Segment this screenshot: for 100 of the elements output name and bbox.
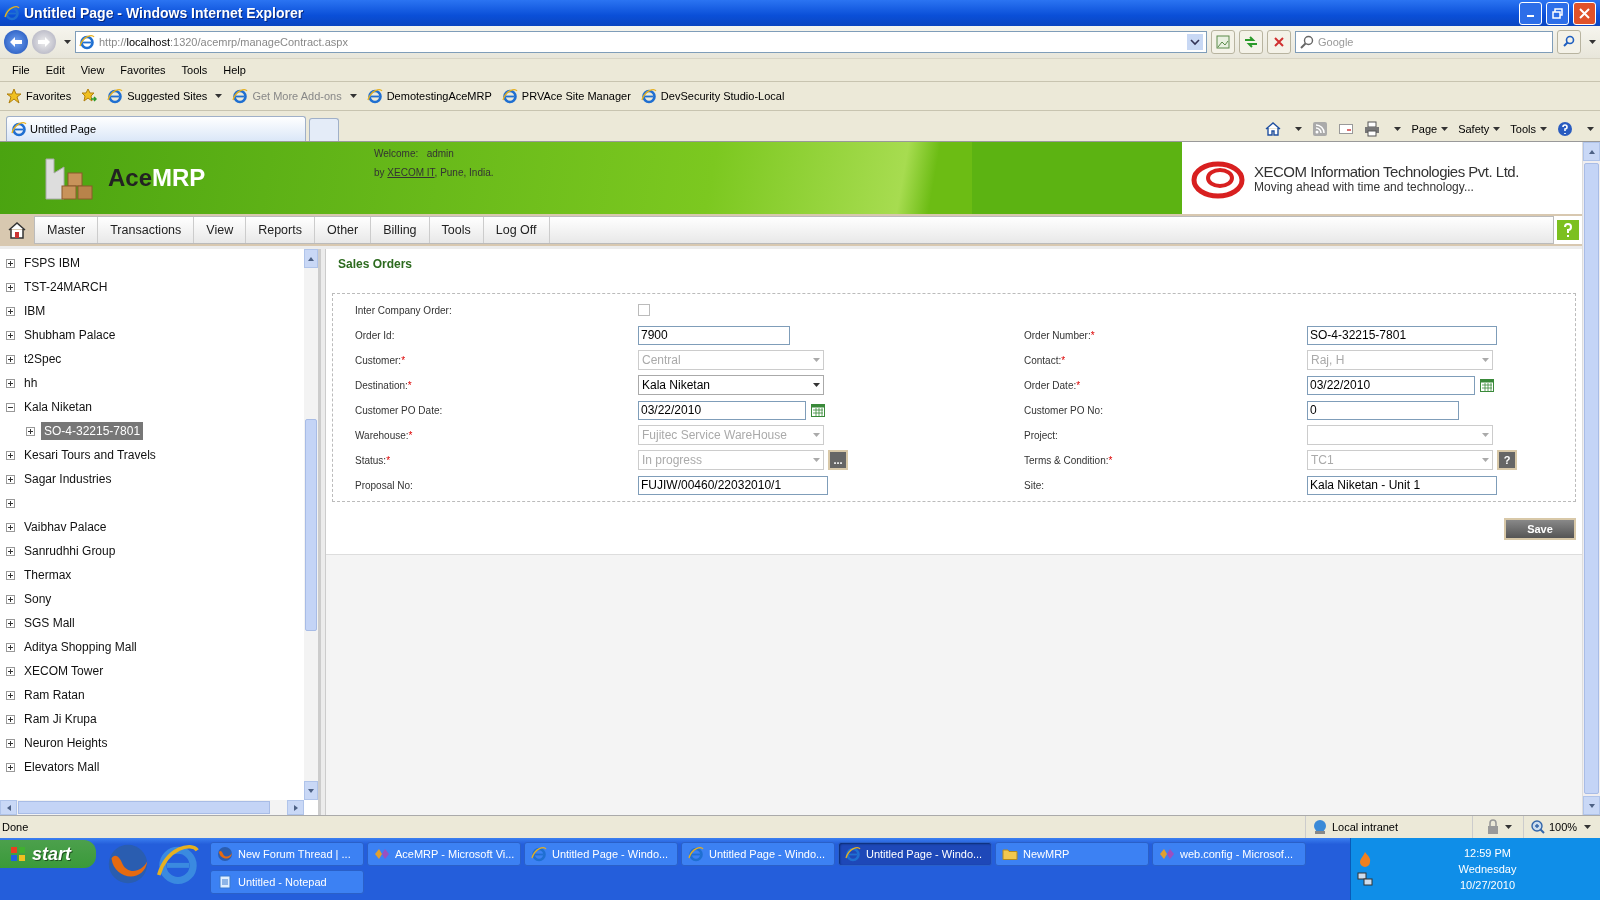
taskbar-button[interactable]: Untitled - Notepad <box>210 870 364 894</box>
tree-item[interactable]: Neuron Heights <box>21 734 111 752</box>
scroll-thumb[interactable] <box>305 418 317 631</box>
add-favorite-icon[interactable] <box>81 88 98 104</box>
dropdown-icon[interactable] <box>1187 34 1203 50</box>
print-icon[interactable] <box>1364 121 1381 137</box>
nav-menu-item[interactable]: Transactions <box>98 217 195 243</box>
tree-item[interactable]: Ram Ji Krupa <box>21 710 100 728</box>
expand-icon[interactable] <box>6 522 15 532</box>
menu-item[interactable]: Tools <box>173 64 216 76</box>
mail-icon[interactable] <box>1338 121 1355 137</box>
tree-item[interactable]: Aditya Shopping Mall <box>21 638 140 656</box>
home-icon[interactable] <box>8 221 26 239</box>
expand-icon[interactable] <box>6 738 15 748</box>
expand-icon[interactable] <box>6 642 15 652</box>
favorite-link[interactable]: Suggested Sites <box>107 88 223 104</box>
browser-tab[interactable]: Untitled Page <box>6 116 306 141</box>
browser-icon[interactable] <box>156 842 200 886</box>
tree-item[interactable]: TST-24MARCH <box>21 278 111 296</box>
help-icon[interactable] <box>1557 121 1573 137</box>
tree-item[interactable]: Vaibhav Palace <box>21 518 110 536</box>
expand-icon[interactable] <box>6 306 15 316</box>
tree-item[interactable]: Sagar Industries <box>21 470 115 488</box>
tree-item[interactable]: Ram Ratan <box>21 686 88 704</box>
scroll-down-button[interactable] <box>1583 796 1600 815</box>
tree-item[interactable]: XECOM Tower <box>21 662 107 680</box>
scroll-thumb[interactable] <box>18 801 270 814</box>
scroll-up-button[interactable] <box>304 249 318 268</box>
back-button[interactable] <box>4 30 28 54</box>
minimize-button[interactable] <box>1519 1 1542 25</box>
search-button[interactable] <box>1557 30 1581 54</box>
tree-item[interactable]: SO-4-32215-7801 <box>41 422 144 440</box>
tree-item[interactable]: Thermax <box>21 566 75 584</box>
scroll-left-button[interactable] <box>0 800 17 815</box>
expand-icon[interactable] <box>6 762 15 772</box>
collapse-icon[interactable] <box>6 402 15 412</box>
close-button[interactable] <box>1573 1 1596 25</box>
favorites-button[interactable]: Favorites <box>6 88 72 104</box>
dropdown[interactable]: Kala Niketan <box>638 375 824 395</box>
nav-menu-item[interactable]: Other <box>314 217 372 243</box>
tree-item[interactable]: Sony <box>21 590 55 608</box>
input-field[interactable]: SO-4-32215-7801 <box>1307 325 1497 345</box>
taskbar-button[interactable]: Untitled Page - Windo... <box>524 842 678 866</box>
date-field[interactable]: 03/22/2010 <box>638 400 806 420</box>
input-field[interactable]: 7900 <box>638 325 790 345</box>
input-field[interactable]: Kala Niketan - Unit 1 <box>1307 475 1497 495</box>
tree-item[interactable]: SGS Mall <box>21 614 78 632</box>
nav-menu-item[interactable]: Billing <box>371 217 430 243</box>
network-icon[interactable] <box>1357 871 1373 887</box>
expand-icon[interactable] <box>6 282 15 292</box>
expand-icon[interactable] <box>6 378 15 388</box>
expand-icon[interactable] <box>6 474 15 484</box>
address-field[interactable]: http://localhost:1320/acemrp/manageContract.aspx <box>75 31 1207 53</box>
tree-item[interactable]: t2Spec <box>21 350 65 368</box>
scroll-down-button[interactable] <box>304 781 318 800</box>
scroll-thumb[interactable] <box>1584 163 1599 794</box>
home-icon[interactable] <box>1265 121 1282 137</box>
menu-item[interactable]: Help <box>215 64 254 76</box>
stop-button[interactable] <box>1267 30 1291 54</box>
calendar-icon[interactable] <box>1479 377 1495 393</box>
search-field[interactable]: Google <box>1295 31 1553 53</box>
tree-item[interactable]: hh <box>21 374 41 392</box>
command-menu[interactable]: Page <box>1411 123 1449 135</box>
save-button[interactable]: Save <box>1504 518 1576 540</box>
menu-item[interactable]: File <box>4 64 38 76</box>
favorite-link[interactable]: DemotestingAceMRP <box>366 88 492 104</box>
expand-icon[interactable] <box>6 450 15 460</box>
input-field[interactable]: FUJIW/00460/22032010/1 <box>638 475 828 495</box>
expand-icon[interactable] <box>6 714 15 724</box>
taskbar-button[interactable]: New Forum Thread | ... <box>210 842 364 866</box>
taskbar-button[interactable]: NewMRP <box>995 842 1149 866</box>
tree-item[interactable]: Sanrudhhi Group <box>21 542 119 560</box>
tree-item[interactable]: Kesari Tours and Travels <box>21 446 159 464</box>
expand-icon[interactable] <box>6 258 15 268</box>
expand-icon[interactable] <box>6 546 15 556</box>
menu-item[interactable]: Edit <box>37 64 73 76</box>
expand-icon[interactable] <box>6 618 15 628</box>
expand-icon[interactable] <box>6 690 15 700</box>
company-link[interactable]: XECOM IT <box>387 167 435 178</box>
calendar-icon[interactable] <box>810 402 826 418</box>
refresh-button[interactable] <box>1239 30 1263 54</box>
scroll-up-button[interactable] <box>1583 142 1600 161</box>
expand-icon[interactable] <box>6 666 15 676</box>
tree-item[interactable]: Shubham Palace <box>21 326 119 344</box>
nav-menu-item[interactable]: Reports <box>246 217 315 243</box>
expand-icon[interactable] <box>6 570 15 580</box>
expand-icon[interactable] <box>6 594 15 604</box>
tree-item[interactable]: Kala Niketan <box>21 398 96 416</box>
tree-item[interactable]: IBM <box>21 302 49 320</box>
expand-icon[interactable] <box>6 498 15 508</box>
command-menu[interactable]: Tools <box>1510 123 1547 135</box>
favorite-link[interactable]: DevSecurity Studio-Local <box>640 88 785 104</box>
checkbox[interactable] <box>638 304 650 316</box>
nav-menu-item[interactable]: Tools <box>429 217 484 243</box>
input-field[interactable]: 0 <box>1307 400 1459 420</box>
expand-icon[interactable] <box>26 426 35 436</box>
favorite-link[interactable]: PRVAce Site Manager <box>501 88 631 104</box>
taskbar-button[interactable]: Untitled Page - Windo... <box>681 842 835 866</box>
command-menu[interactable]: Safety <box>1458 123 1501 135</box>
tree-item[interactable]: Elevators Mall <box>21 758 103 776</box>
